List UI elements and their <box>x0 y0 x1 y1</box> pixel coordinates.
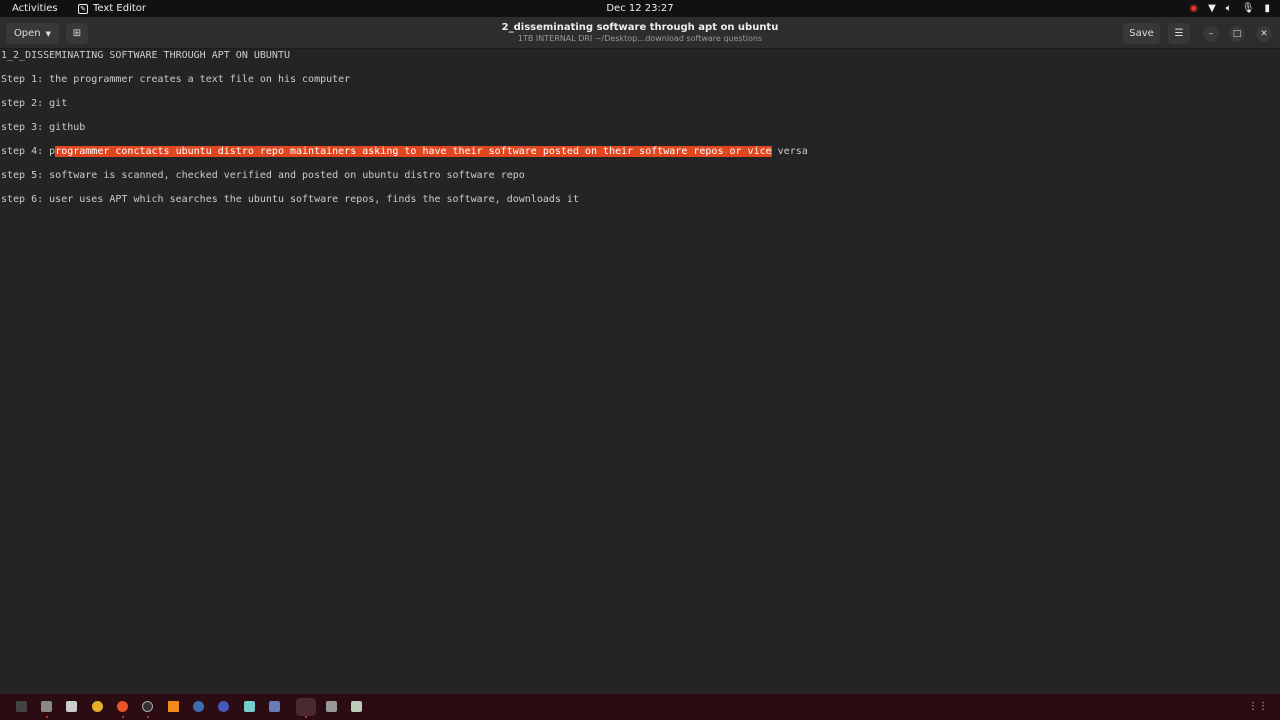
app-icon[interactable] <box>269 701 280 712</box>
text-editor-dock-icon[interactable] <box>296 698 316 716</box>
text-editor-area[interactable]: 1_2_DISSEMINATING SOFTWARE THROUGH APT O… <box>0 49 1280 694</box>
close-button[interactable]: ✕ <box>1256 26 1272 42</box>
document-path: 1TB INTERNAL DRI ~/Desktop…download soft… <box>517 34 763 43</box>
app-icon[interactable] <box>326 701 337 712</box>
app-name: Text Editor <box>93 3 146 14</box>
system-tray[interactable]: ◉ ▼ 🔈︎ 🎙︎ ▮ <box>1189 3 1270 14</box>
show-apps-icon[interactable]: ⋮⋮ <box>1248 701 1268 712</box>
new-tab-button[interactable]: ⊞ <box>66 23 88 44</box>
text-line[interactable]: step 5: software is scanned, checked ver… <box>1 169 525 183</box>
text-line[interactable]: step 2: git <box>1 97 67 111</box>
activities-button[interactable]: Activities <box>12 3 58 14</box>
text-line[interactable]: 1_2_DISSEMINATING SOFTWARE THROUGH APT O… <box>1 49 290 63</box>
save-button[interactable]: Save <box>1123 23 1160 44</box>
obs-icon[interactable] <box>142 701 153 712</box>
text-after-selection: versa <box>771 146 808 157</box>
window-title: 2_disseminating software through apt on … <box>0 22 1280 43</box>
text-editor-icon: ✎ <box>78 3 88 14</box>
app-menu[interactable]: ✎ Text Editor <box>78 3 146 14</box>
battery-icon: ▮ <box>1264 3 1270 14</box>
steam-icon[interactable] <box>193 701 204 712</box>
menu-icon: ☰ <box>1174 28 1184 39</box>
text-line[interactable]: step 3: github <box>1 121 85 135</box>
files-icon[interactable] <box>41 701 52 712</box>
app-icon[interactable] <box>218 701 229 712</box>
clock[interactable]: Dec 12 23:27 <box>0 3 1280 14</box>
chevron-down-icon: ▼ <box>45 29 52 38</box>
header-bar: Open ▼ ⊞ 2_disseminating software through… <box>0 17 1280 49</box>
dock: ⋮⋮ <box>0 694 1280 720</box>
vlc-icon[interactable] <box>168 701 179 712</box>
selected-text[interactable]: rogrammer conctacts ubuntu distro repo m… <box>55 146 772 157</box>
volume-icon: 🔈︎ <box>1225 3 1232 14</box>
app-icon[interactable] <box>244 701 255 712</box>
hamburger-menu-button[interactable]: ☰ <box>1168 23 1190 44</box>
microphone-icon: 🎙︎ <box>1241 3 1255 14</box>
text-line[interactable]: step 6: user uses APT which searches the… <box>1 193 579 207</box>
open-label: Open <box>13 28 41 39</box>
open-button[interactable]: Open ▼ <box>6 23 59 44</box>
chrome-icon[interactable] <box>92 701 103 712</box>
minimize-button[interactable]: – <box>1203 26 1219 42</box>
text-line-step4[interactable]: step 4: programmer conctacts ubuntu dist… <box>1 145 808 159</box>
obs-indicator-icon[interactable]: ◉ <box>1189 3 1198 14</box>
document-title: 2_disseminating software through apt on … <box>501 22 779 33</box>
disk-utility-icon[interactable] <box>66 701 77 712</box>
trash-icon[interactable] <box>351 701 362 712</box>
terminal-icon[interactable] <box>16 701 27 712</box>
wifi-icon: ▼ <box>1208 3 1216 14</box>
maximize-button[interactable]: □ <box>1229 26 1245 42</box>
firefox-icon[interactable] <box>117 701 128 712</box>
top-bar: Activities ✎ Text Editor Dec 12 23:27 ◉ ▼… <box>0 0 1280 17</box>
new-tab-icon: ⊞ <box>72 28 82 39</box>
text-line[interactable]: Step 1: the programmer creates a text fi… <box>1 73 350 87</box>
text-before-selection: step 4: p <box>1 146 56 157</box>
